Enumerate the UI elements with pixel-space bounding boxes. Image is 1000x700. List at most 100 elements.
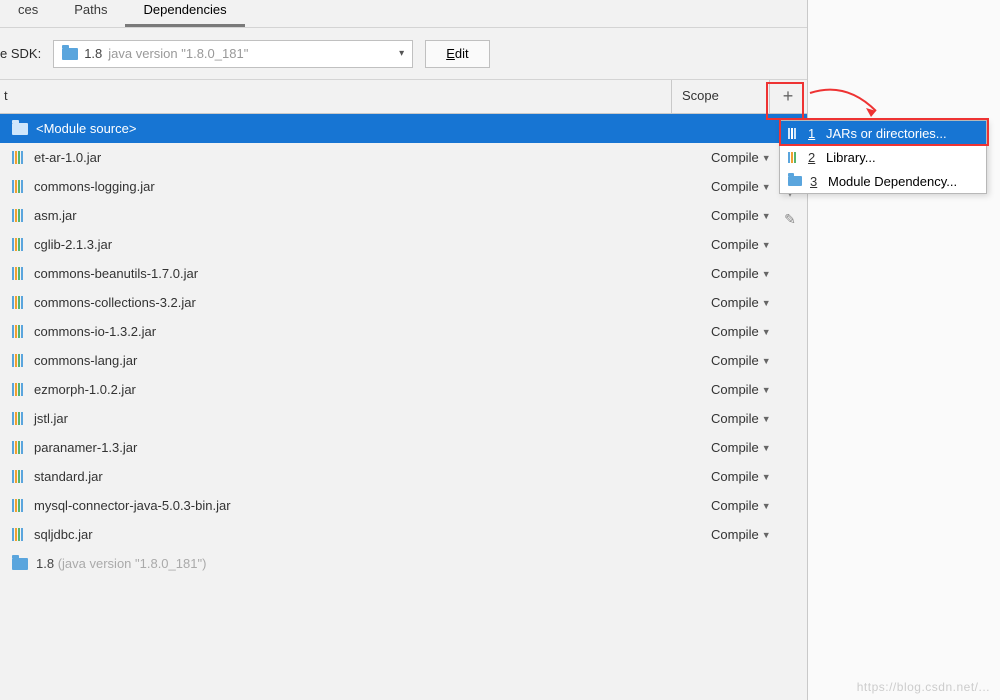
tab-sources-partial[interactable]: ces [0, 0, 56, 27]
dependency-scope[interactable]: Compile▼ [711, 382, 807, 397]
watermark: https://blog.csdn.net/... [857, 680, 990, 694]
module-source-row[interactable]: <Module source> [0, 114, 807, 143]
chevron-down-icon: ▼ [762, 211, 771, 221]
jar-icon [12, 354, 26, 367]
jar-icon [12, 180, 26, 193]
dependency-scope[interactable]: Compile▼ [711, 237, 807, 252]
edit-sdk-button[interactable]: Edit [425, 40, 489, 68]
dependency-name: cglib-2.1.3.jar [34, 237, 703, 252]
jar-icon [12, 151, 26, 164]
chevron-down-icon: ▼ [762, 530, 771, 540]
jar-icon [12, 528, 26, 541]
dependency-scope[interactable]: Compile▼ [711, 469, 807, 484]
tab-dependencies[interactable]: Dependencies [125, 0, 244, 27]
dependency-name: asm.jar [34, 208, 703, 223]
dependency-row[interactable]: commons-beanutils-1.7.0.jar Compile▼ [0, 259, 807, 288]
dependency-row[interactable]: jstl.jar Compile▼ [0, 404, 807, 433]
tab-paths[interactable]: Paths [56, 0, 125, 27]
jar-icon [788, 128, 800, 139]
popup-item-label: JARs or directories... [826, 126, 947, 141]
dependency-name: standard.jar [34, 469, 703, 484]
module-folder-icon [12, 123, 28, 135]
chevron-down-icon: ▼ [762, 182, 771, 192]
module-icon [788, 176, 802, 186]
dependency-row[interactable]: commons-collections-3.2.jarCompile▼ [0, 288, 807, 317]
column-export[interactable]: t [0, 80, 672, 113]
sdk-row: e SDK: 1.8 java version "1.8.0_181" ▾ Ed… [0, 28, 807, 80]
dependency-name: jstl.jar [34, 411, 703, 426]
dependency-row[interactable]: standard.jar Compile▼ [0, 462, 807, 491]
sdk-desc: java version "1.8.0_181" [108, 46, 248, 61]
chevron-down-icon: ▼ [762, 327, 771, 337]
chevron-down-icon: ▼ [762, 240, 771, 250]
dependency-row[interactable]: commons-logging.jarCompile▼ [0, 172, 807, 201]
dependency-row[interactable]: asm.jarCompile▼ [0, 201, 807, 230]
dependency-scope[interactable]: Compile▼ [711, 440, 807, 455]
popup-item-label: Module Dependency... [828, 174, 957, 189]
chevron-down-icon: ▼ [762, 269, 771, 279]
dependency-scope[interactable]: Compile▼ [711, 411, 807, 426]
popup-jars-or-directories[interactable]: 1 JARs or directories... [780, 121, 986, 145]
chevron-down-icon: ▼ [762, 501, 771, 511]
dependency-name: ezmorph-1.0.2.jar [34, 382, 703, 397]
popup-item-number: 3 [810, 174, 820, 189]
module-source-label: <Module source> [36, 121, 807, 136]
sdk-folder-icon [12, 558, 28, 570]
dependency-name: commons-io-1.3.2.jar [34, 324, 703, 339]
jar-icon [12, 238, 26, 251]
jar-icon [12, 325, 26, 338]
jar-icon [12, 267, 26, 280]
chevron-down-icon: ▼ [762, 472, 771, 482]
dependency-row[interactable]: et-ar-1.0.jarCompile▼ [0, 143, 807, 172]
dependency-scope[interactable]: Compile▼ [711, 295, 807, 310]
dependency-name: commons-lang.jar [34, 353, 703, 368]
sdk-folder-icon [62, 48, 78, 60]
add-dependency-button[interactable]: + [770, 80, 806, 113]
jar-icon [12, 383, 26, 396]
chevron-down-icon: ▼ [762, 298, 771, 308]
edit-dependency-button[interactable]: ✎ [784, 211, 796, 228]
popup-module-dependency[interactable]: 3 Module Dependency... [780, 169, 986, 193]
jar-icon [12, 209, 26, 222]
dependency-row[interactable]: commons-lang.jar Compile▼ [0, 346, 807, 375]
dependency-name: et-ar-1.0.jar [34, 150, 703, 165]
jar-icon [12, 499, 26, 512]
jar-icon [12, 412, 26, 425]
dependency-row[interactable]: commons-io-1.3.2.jar Compile▼ [0, 317, 807, 346]
dependency-scope[interactable]: Compile▼ [711, 324, 807, 339]
chevron-down-icon: ▼ [762, 356, 771, 366]
chevron-down-icon: ▼ [762, 153, 771, 163]
dependency-row[interactable]: ezmorph-1.0.2.jar Compile▼ [0, 375, 807, 404]
dependency-row[interactable]: sqljdbc.jar Compile▼ [0, 520, 807, 549]
dependency-row[interactable]: mysql-connector-java-5.0.3-bin.jarCompil… [0, 491, 807, 520]
sdk-dependency-row[interactable]: 1.8 (java version "1.8.0_181") [0, 549, 807, 578]
chevron-down-icon: ▼ [762, 414, 771, 424]
jar-icon [12, 296, 26, 309]
table-header: t Scope + [0, 80, 807, 114]
dependency-scope[interactable]: Compile▼ [711, 498, 807, 513]
dependency-name: commons-beanutils-1.7.0.jar [34, 266, 703, 281]
dependency-rows: <Module source> et-ar-1.0.jarCompile▼com… [0, 114, 807, 578]
dependency-scope[interactable]: Compile▼ [711, 266, 807, 281]
library-icon [788, 152, 800, 163]
popup-item-number: 2 [808, 150, 818, 165]
popup-library[interactable]: 2 Library... [780, 145, 986, 169]
dependency-scope[interactable]: Compile▼ [711, 527, 807, 542]
dependency-name: paranamer-1.3.jar [34, 440, 703, 455]
popup-item-number: 1 [808, 126, 818, 141]
column-scope[interactable]: Scope [672, 80, 770, 113]
chevron-down-icon: ▼ [762, 385, 771, 395]
dependency-scope[interactable]: Compile▼ [711, 353, 807, 368]
chevron-down-icon: ▼ [762, 443, 771, 453]
jar-icon [12, 441, 26, 454]
dependency-name: sqljdbc.jar [34, 527, 703, 542]
main-panel: ces Paths Dependencies e SDK: 1.8 java v… [0, 0, 808, 700]
sdk-version: 1.8 [84, 46, 102, 61]
dependency-row[interactable]: cglib-2.1.3.jar Compile▼ [0, 230, 807, 259]
popup-item-label: Library... [826, 150, 876, 165]
module-sdk-combo[interactable]: 1.8 java version "1.8.0_181" ▾ [53, 40, 413, 68]
dependency-row[interactable]: paranamer-1.3.jar Compile▼ [0, 433, 807, 462]
sdk-label: e SDK: [0, 46, 41, 61]
dropdown-arrow-icon: ▾ [399, 48, 404, 59]
tabs-row: ces Paths Dependencies [0, 0, 807, 28]
